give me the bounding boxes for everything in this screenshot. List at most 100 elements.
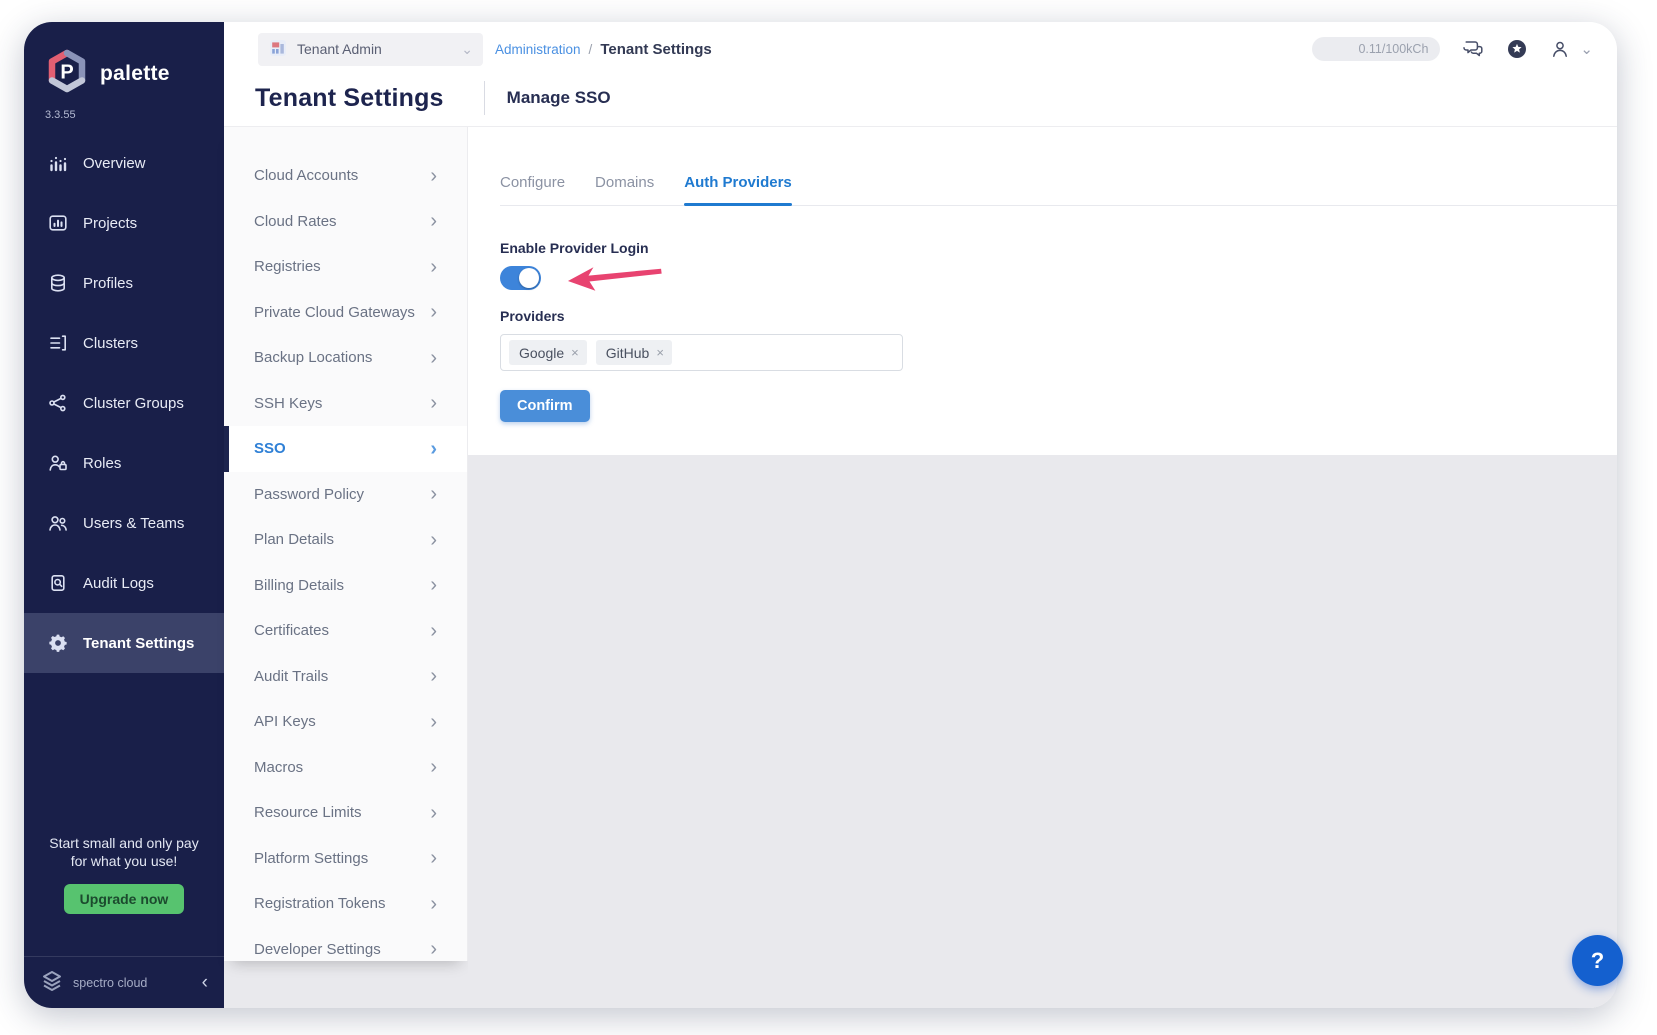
spectro-cloud-brand: spectro cloud xyxy=(73,976,147,990)
usage-badge[interactable]: 0.11/100kCh xyxy=(1312,37,1440,61)
settings-menu-item[interactable]: Billing Details › xyxy=(224,563,467,609)
star-circle-icon[interactable] xyxy=(1506,38,1528,60)
settings-menu-item[interactable]: Macros › xyxy=(224,745,467,791)
sidebar-item-projects[interactable]: Projects xyxy=(24,193,224,253)
settings-menu-item[interactable]: Certificates › xyxy=(224,608,467,654)
provider-chip: GitHub × xyxy=(596,340,672,365)
project-scope-selector[interactable]: Tenant Admin ⌄ xyxy=(258,33,483,66)
gear-icon xyxy=(48,633,68,653)
remove-chip-icon[interactable]: × xyxy=(656,346,664,359)
chat-icon[interactable] xyxy=(1461,38,1485,60)
chevron-right-icon: › xyxy=(430,894,437,914)
page: P palette 3.3.55 Overview Projects xyxy=(0,0,1657,1035)
sidebar-item-label: Audit Logs xyxy=(83,575,154,592)
settings-menu-item[interactable]: Platform Settings › xyxy=(224,836,467,882)
chevron-right-icon: › xyxy=(430,257,437,277)
enable-provider-login-label: Enable Provider Login xyxy=(500,240,1617,256)
settings-menu-item[interactable]: Password Policy › xyxy=(224,472,467,518)
sidebar-item-label: Clusters xyxy=(83,335,138,352)
chevron-right-icon: › xyxy=(430,302,437,322)
topbar: Tenant Admin ⌄ Administration / Tenant S… xyxy=(224,22,1617,70)
chevron-right-icon: › xyxy=(430,211,437,231)
provider-chip: Google × xyxy=(509,340,587,365)
breadcrumb-separator: / xyxy=(589,42,593,57)
tab-domains[interactable]: Domains xyxy=(595,174,654,206)
page-header: Tenant Settings Manage SSO xyxy=(224,70,1617,127)
tabs: Configure Domains Auth Providers xyxy=(500,127,1617,206)
breadcrumb-current: Tenant Settings xyxy=(600,41,711,58)
sidebar-item-clusters[interactable]: Clusters xyxy=(24,313,224,373)
promo-text-line1: Start small and only pay xyxy=(38,834,210,852)
enable-provider-toggle[interactable] xyxy=(500,266,541,290)
chevron-right-icon: › xyxy=(430,393,437,413)
chevron-down-icon: ⌄ xyxy=(461,42,473,56)
promo-text-line2: for what you use! xyxy=(38,852,210,870)
providers-label: Providers xyxy=(500,308,1617,324)
sidebar-item-label: Roles xyxy=(83,455,121,472)
chevron-right-icon: › xyxy=(430,484,437,504)
confirm-button[interactable]: Confirm xyxy=(500,390,590,422)
sidebar-nav: Overview Projects Profiles xyxy=(24,133,224,673)
app-version: 3.3.55 xyxy=(24,99,224,121)
toggle-row xyxy=(500,266,800,292)
roles-user-lock-icon xyxy=(48,453,68,473)
settings-menu-item[interactable]: Developer Settings › xyxy=(224,927,467,962)
settings-body: Cloud Accounts › Cloud Rates › Registrie… xyxy=(224,127,1617,1008)
auth-providers-form: Enable Provider Login Providers xyxy=(500,240,1617,422)
upgrade-now-button[interactable]: Upgrade now xyxy=(64,884,185,914)
provider-chip-label: Google xyxy=(519,345,564,361)
header-divider xyxy=(484,81,485,115)
chevron-right-icon: › xyxy=(430,939,437,959)
main-area: Tenant Admin ⌄ Administration / Tenant S… xyxy=(224,22,1617,1008)
sidebar-item-cluster-groups[interactable]: Cluster Groups xyxy=(24,373,224,433)
sidebar-item-tenant-settings[interactable]: Tenant Settings xyxy=(24,613,224,673)
settings-menu-item[interactable]: Cloud Accounts › xyxy=(224,153,467,199)
settings-menu-item[interactable]: API Keys › xyxy=(224,699,467,745)
sidebar-item-audit-logs[interactable]: Audit Logs xyxy=(24,553,224,613)
settings-menu-item[interactable]: Registries › xyxy=(224,244,467,290)
chevron-down-icon[interactable]: ⌄ xyxy=(1580,42,1593,57)
settings-menu-item[interactable]: Audit Trails › xyxy=(224,654,467,700)
sidebar-item-users-teams[interactable]: Users & Teams xyxy=(24,493,224,553)
page-subtitle: Manage SSO xyxy=(507,88,611,108)
sidebar-item-label: Overview xyxy=(83,155,146,172)
chevron-right-icon: › xyxy=(430,757,437,777)
annotation-arrow xyxy=(566,264,664,294)
settings-menu-item[interactable]: SSH Keys › xyxy=(224,381,467,427)
collapse-sidebar-icon[interactable]: ‹ xyxy=(202,973,208,992)
upgrade-promo: Start small and only pay for what you us… xyxy=(24,834,224,956)
tab-configure[interactable]: Configure xyxy=(500,174,565,206)
providers-input[interactable]: Google × GitHub × xyxy=(500,334,903,371)
help-button[interactable]: ? xyxy=(1572,935,1623,986)
settings-menu-item[interactable]: Registration Tokens › xyxy=(224,881,467,927)
sidebar-item-overview[interactable]: Overview xyxy=(24,133,224,193)
projects-icon xyxy=(48,213,68,233)
sidebar-item-label: Profiles xyxy=(83,275,133,292)
settings-menu-item[interactable]: Private Cloud Gateways › xyxy=(224,290,467,336)
chevron-right-icon: › xyxy=(430,439,437,459)
chevron-right-icon: › xyxy=(430,575,437,595)
settings-menu-item[interactable]: Cloud Rates › xyxy=(224,199,467,245)
settings-menu: Cloud Accounts › Cloud Rates › Registrie… xyxy=(224,127,468,961)
chevron-right-icon: › xyxy=(430,621,437,641)
sidebar-item-label: Tenant Settings xyxy=(83,635,194,652)
brand-name: palette xyxy=(100,62,170,86)
page-title: Tenant Settings xyxy=(255,84,444,113)
remove-chip-icon[interactable]: × xyxy=(571,346,579,359)
chevron-right-icon: › xyxy=(430,803,437,823)
brand: P palette xyxy=(24,22,224,99)
clusters-list-icon xyxy=(48,333,68,353)
settings-menu-item[interactable]: Plan Details › xyxy=(224,517,467,563)
sidebar-item-profiles[interactable]: Profiles xyxy=(24,253,224,313)
chevron-right-icon: › xyxy=(430,348,437,368)
tab-auth-providers[interactable]: Auth Providers xyxy=(684,174,792,206)
user-menu-icon[interactable] xyxy=(1549,38,1571,60)
settings-menu-item[interactable]: Resource Limits › xyxy=(224,790,467,836)
sidebar-item-label: Users & Teams xyxy=(83,515,184,532)
sidebar-item-roles[interactable]: Roles xyxy=(24,433,224,493)
app-window: P palette 3.3.55 Overview Projects xyxy=(24,22,1617,1008)
settings-menu-item[interactable]: SSO › xyxy=(224,426,467,472)
breadcrumb-administration[interactable]: Administration xyxy=(495,42,581,57)
settings-menu-item[interactable]: Backup Locations › xyxy=(224,335,467,381)
tenant-admin-icon xyxy=(269,39,287,60)
